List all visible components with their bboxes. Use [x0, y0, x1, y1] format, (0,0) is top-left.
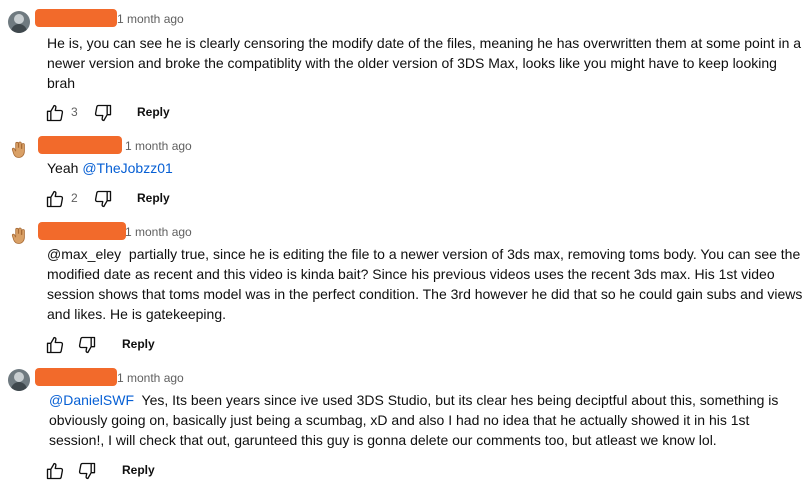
user-avatar[interactable] [8, 138, 30, 160]
redacted-username [38, 136, 122, 154]
user-avatar[interactable] [8, 11, 30, 33]
comment-text: @max_eley partially true, since he is ed… [47, 244, 805, 324]
comment-actions: 2 Reply [45, 189, 245, 213]
like-icon[interactable] [45, 103, 65, 123]
reply-button[interactable]: Reply [122, 463, 155, 477]
hand-icon [8, 138, 30, 160]
comment-text: He is, you can see he is clearly censori… [47, 35, 802, 91]
dislike-icon[interactable] [93, 189, 113, 209]
user-avatar[interactable] [8, 224, 30, 246]
like-count: 3 [71, 105, 78, 119]
mention-link[interactable]: @DanielSWF [49, 392, 134, 408]
redacted-username [35, 9, 117, 27]
reply-button[interactable]: Reply [137, 105, 170, 119]
comment-timestamp[interactable]: 1 month ago [125, 139, 192, 153]
mention-link[interactable]: @max_eley [47, 246, 121, 262]
like-icon[interactable] [45, 189, 65, 209]
comment-timestamp[interactable]: 1 month ago [125, 225, 192, 239]
user-avatar[interactable] [8, 369, 30, 391]
redacted-username [35, 368, 117, 386]
dislike-icon[interactable] [93, 103, 113, 123]
comment-text-prefix: Yeah [47, 160, 83, 176]
comment-timestamp[interactable]: 1 month ago [117, 12, 184, 26]
like-icon[interactable] [45, 335, 65, 355]
like-count: 2 [71, 191, 78, 205]
reply-button[interactable]: Reply [137, 191, 170, 205]
dislike-icon[interactable] [77, 461, 97, 481]
comment-text: Yeah @TheJobzz01 [47, 158, 805, 178]
comment-actions: 3 Reply [45, 103, 245, 127]
redacted-username [38, 222, 126, 240]
hand-icon [8, 224, 30, 246]
comment-text: @DanielSWF Yes, Its been years since ive… [49, 390, 807, 450]
comment-actions: Reply [45, 461, 245, 485]
mention-link[interactable]: @TheJobzz01 [82, 160, 172, 176]
comment-actions: Reply [45, 335, 245, 359]
like-icon[interactable] [45, 461, 65, 481]
comment-body: Yes, Its been years since ive used 3DS S… [49, 392, 783, 448]
reply-button[interactable]: Reply [122, 337, 155, 351]
dislike-icon[interactable] [77, 335, 97, 355]
comment-timestamp[interactable]: 1 month ago [117, 371, 184, 385]
comment-body: partially true, since he is editing the … [47, 246, 807, 322]
